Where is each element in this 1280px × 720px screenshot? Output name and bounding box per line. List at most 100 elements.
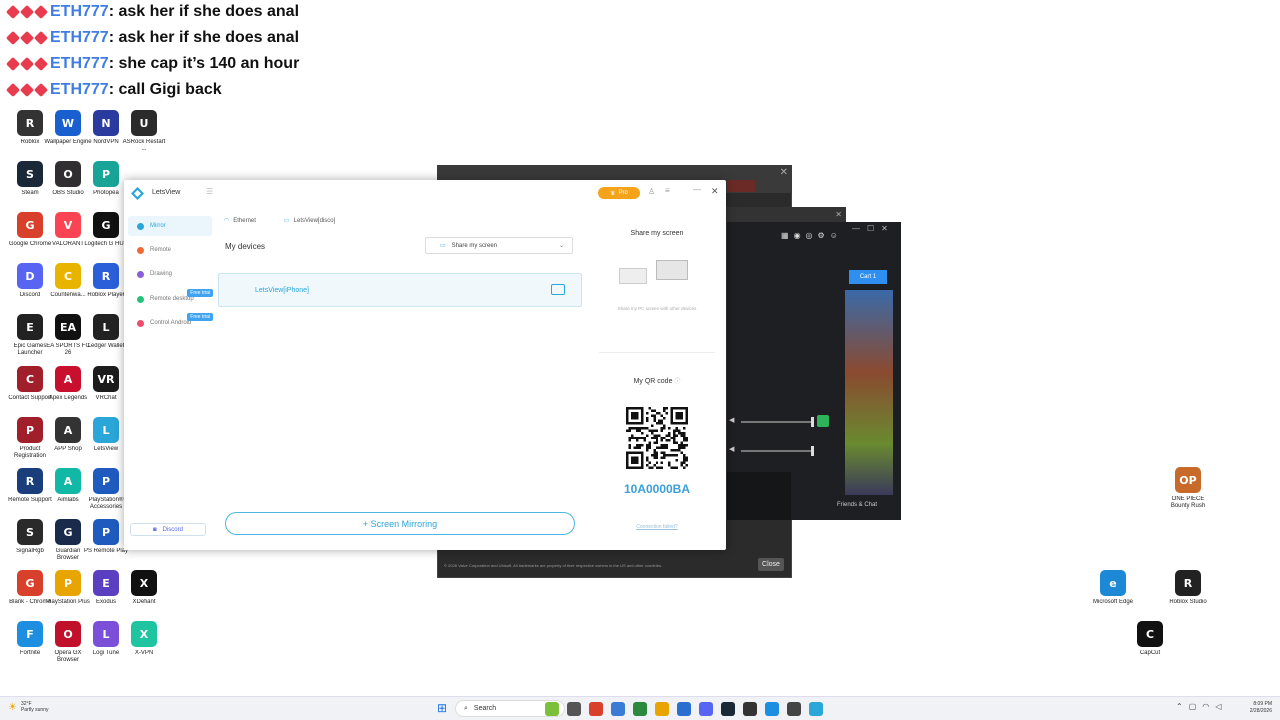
windows-start-icon[interactable]: ⊞ — [437, 701, 447, 715]
discord-button[interactable]: ◙ Discord — [130, 523, 206, 536]
desktop-icon-label: XDefiant — [132, 599, 156, 605]
desktop-icon[interactable]: P PS Remote Play — [83, 519, 129, 562]
network-device-label: LetsView[disco] — [293, 217, 336, 224]
desktop-icon[interactable]: X XDefiant — [121, 570, 167, 613]
app-icon: R — [1175, 570, 1201, 596]
taskbar-app-icon[interactable] — [765, 702, 779, 716]
screen-mirroring-button[interactable]: + Screen Mirroring — [225, 512, 575, 535]
app-icon: F — [17, 621, 43, 647]
taskbar-app-icon[interactable] — [567, 702, 581, 716]
close-icon[interactable]: ✕ — [780, 167, 788, 178]
share-screen-dropdown[interactable]: ▭ Share my screen ⌄ — [425, 237, 573, 254]
user-icon[interactable]: ☺ — [830, 231, 838, 240]
taskbar-app-icon[interactable] — [545, 702, 559, 716]
taskbar-app-icon[interactable] — [611, 702, 625, 716]
taskbar-app-icon[interactable] — [633, 702, 647, 716]
sidebar-item-mirror[interactable]: Mirror — [128, 216, 212, 236]
desktop-icon-label: ASRock Restart ... — [122, 139, 166, 152]
desktop-icon[interactable]: G Logitech G HUB — [83, 212, 129, 255]
volume-icon[interactable]: ◁ — [1215, 702, 1221, 711]
headset-icon[interactable]: ◎ — [806, 231, 813, 240]
right-panel: Share my screen Share my PC screen with … — [594, 206, 720, 550]
chat-message: call Gigi back — [118, 81, 222, 98]
network-icon[interactable]: ▢ — [1189, 702, 1197, 711]
app-icon: C — [55, 263, 81, 289]
minimize-icon[interactable]: — — [693, 185, 701, 194]
chat-line: ETH777: call Gigi back — [5, 81, 222, 99]
desktop-icon-label: LetsView — [93, 446, 119, 452]
chat-user: ETH777 — [50, 55, 109, 72]
background-overlay-window[interactable]: ▦ ◉ ◎ ⚙ ☺ — ☐ ✕ Cart 1 ◀ ◀ Friends & Cha… — [726, 222, 901, 520]
app-icon: R — [17, 110, 43, 136]
close-icon[interactable]: ✕ — [835, 210, 842, 219]
desktop-icon[interactable]: R Roblox Player — [83, 263, 129, 306]
desktop-icon[interactable]: C CapCut — [1127, 621, 1173, 664]
trophy-icon[interactable]: ◉ — [794, 231, 801, 240]
taskbar-app-icon[interactable] — [655, 702, 669, 716]
app-icon: E — [17, 314, 43, 340]
weather-widget[interactable]: ☀ 32°F Partly sunny — [8, 701, 48, 713]
desktop-icon-label: Ledger Wallet — [87, 343, 125, 349]
close-button[interactable]: Close — [758, 558, 784, 571]
wifi-icon[interactable]: ◠ — [1202, 702, 1209, 711]
desktop-icon[interactable]: U ASRock Restart ... — [121, 110, 167, 153]
taskbar-app-icon[interactable] — [699, 702, 713, 716]
chevron-up-icon[interactable]: ⌃ — [1176, 702, 1183, 711]
overlay-toolbar: ▦ ◉ ◎ ⚙ ☺ — [781, 231, 838, 240]
taskbar-app-icon[interactable] — [809, 702, 823, 716]
chat-user: ETH777 — [50, 3, 109, 20]
taskbar-app-icon[interactable] — [589, 702, 603, 716]
volume-slider[interactable]: ◀ — [727, 446, 814, 456]
gear-icon[interactable]: ⚙ — [818, 231, 825, 240]
mic-icon[interactable] — [817, 415, 829, 427]
pro-button[interactable]: ♛ Pro — [598, 187, 640, 199]
desktop-icon[interactable]: P Photopea — [83, 161, 129, 204]
desktop-icon[interactable]: VR VRChat — [83, 366, 129, 409]
device-row[interactable]: LetsView[iPhone] — [218, 273, 582, 307]
share-screen-desc: Share my PC screen with other devices — [617, 306, 697, 311]
user-icon[interactable]: ♙ — [648, 187, 655, 196]
free-trial-badge: Free trial — [187, 313, 213, 321]
menu-icon[interactable]: ≡ — [665, 186, 670, 195]
desktop-icon[interactable]: L Ledger Wallet — [83, 314, 129, 357]
taskbar-app-icon[interactable] — [677, 702, 691, 716]
sidebar-item-remote[interactable]: Remote — [128, 240, 212, 260]
friends-chat-button[interactable]: Friends & Chat — [837, 502, 877, 508]
close-icon[interactable]: ✕ — [881, 224, 888, 233]
minimize-icon[interactable]: — — [852, 224, 860, 233]
app-icon: N — [93, 110, 119, 136]
desktop-icon-label: Roblox Player — [87, 292, 125, 298]
help-icon[interactable]: ⓘ — [674, 379, 680, 385]
taskbar-app-icon[interactable] — [743, 702, 757, 716]
desktop-icon-label: X-VPN — [134, 650, 154, 656]
maximize-icon[interactable]: ☐ — [867, 224, 874, 233]
qr-code-image — [626, 407, 688, 469]
desktop-icon[interactable]: R Roblox Studio — [1165, 570, 1211, 613]
screen-cast-icon[interactable] — [551, 284, 565, 295]
desktop-icon[interactable]: e Microsoft Edge — [1090, 570, 1136, 613]
app-icon: G — [17, 570, 43, 596]
taskbar-app-icon[interactable] — [787, 702, 801, 716]
desktop-icon[interactable]: L LetsView — [83, 417, 129, 460]
app-icon: W — [55, 110, 81, 136]
taskbar-app-icon[interactable] — [721, 702, 735, 716]
weather-desc: Partly sunny — [20, 707, 49, 713]
desktop-icon[interactable]: X X-VPN — [121, 621, 167, 664]
cart-button[interactable]: Cart 1 — [849, 270, 887, 284]
menu-collapse-icon[interactable]: ☰ — [206, 187, 213, 196]
volume-slider[interactable]: ◀ — [727, 415, 829, 427]
close-icon[interactable]: ✕ — [711, 186, 719, 197]
app-icon: R — [17, 468, 43, 494]
sidebar-item-control-android[interactable]: Control Android Free trial — [128, 313, 213, 333]
sidebar-item-drawing[interactable]: Drawing — [128, 264, 212, 284]
clock[interactable]: 8:09 PM 2/28/2026 — [1234, 701, 1272, 715]
sidebar-item-remote-desktop[interactable]: Remote desktop Free trial — [128, 289, 213, 309]
app-icon: P — [93, 519, 119, 545]
connection-failed-link[interactable]: Connection failed? — [594, 524, 720, 530]
gift-icon[interactable]: ▦ — [781, 231, 789, 240]
app-title: LetsView — [152, 189, 181, 196]
desktop-icon[interactable]: OP ONE PIECE Bounty Rush — [1165, 467, 1211, 510]
screen-mirroring-label: + Screen Mirroring — [362, 518, 438, 529]
desktop-icon-label: Roblox Studio — [1169, 599, 1207, 605]
desktop-icon[interactable]: P PlayStation® Accessories — [83, 468, 129, 511]
